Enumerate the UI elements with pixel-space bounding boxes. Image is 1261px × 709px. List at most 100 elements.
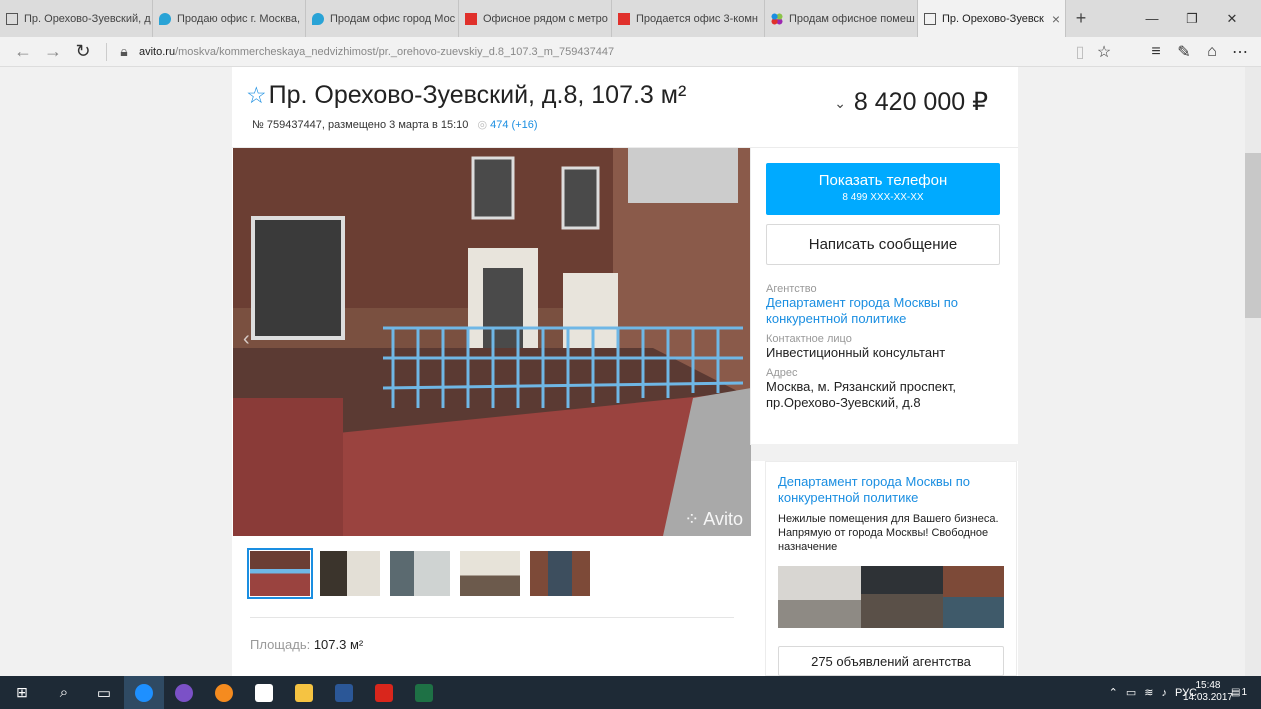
tab-label: Продам офисное помеш — [789, 12, 915, 25]
task-view-icon[interactable]: ▭ — [84, 676, 124, 709]
battery-icon[interactable]: ▭ — [1126, 686, 1136, 699]
browser-tab[interactable]: Продаю офис г. Москва, — [153, 0, 306, 37]
url-field[interactable]: avito.ru/moskva/kommercheskaya_nedvizhim… — [139, 46, 614, 58]
red-logo-icon — [618, 12, 630, 25]
close-tab-icon[interactable]: × — [1052, 11, 1060, 27]
volume-icon[interactable]: ♪ — [1161, 687, 1167, 699]
web-note-icon[interactable]: ✎ — [1170, 37, 1198, 67]
title-text: Пр. Орехово-Зуевский, д.8, 107.3 м² — [268, 81, 687, 109]
show-phone-label: Показать телефон — [818, 172, 948, 189]
watermark-text: Avito — [703, 509, 743, 529]
contact-name: Инвестиционный консультант — [766, 345, 946, 360]
chevron-down-icon: ⌄ — [834, 94, 846, 111]
area-label: Площадь: — [250, 637, 311, 652]
store-icon[interactable] — [244, 676, 284, 709]
show-phone-button[interactable]: Показать телефон 8 499 XXX-XX-XX — [766, 163, 1000, 215]
favorite-star-icon[interactable]: ☆ — [1090, 37, 1118, 67]
file-explorer-icon[interactable] — [284, 676, 324, 709]
seller-sidebar: Показать телефон 8 499 XXX-XX-XX Написат… — [766, 163, 1000, 411]
word-icon[interactable] — [324, 676, 364, 709]
thumbnail[interactable] — [390, 551, 450, 596]
avito-logo-icon: ⁘ — [684, 509, 700, 529]
main-photo[interactable]: ‹ ⁘ Avito — [233, 148, 751, 536]
back-icon[interactable]: ← — [8, 37, 38, 67]
agency-listings-button[interactable]: 275 объявлений агентства — [778, 646, 1004, 676]
thumbnail[interactable] — [530, 551, 590, 596]
contact-label: Контактное лицо — [766, 333, 852, 345]
restore-icon[interactable]: ❐ — [1172, 0, 1212, 37]
write-message-button[interactable]: Написать сообщение — [766, 224, 1000, 265]
price-value: 8 420 000 ₽ — [853, 88, 988, 116]
tab-label: Пр. Орехово-Зуевск — [942, 12, 1044, 25]
divider — [250, 617, 734, 618]
lock-icon: 🔒︎ — [120, 43, 128, 59]
forward-icon[interactable]: → — [38, 37, 68, 67]
avito-watermark: ⁘ Avito — [684, 509, 743, 530]
price[interactable]: ⌄ 8 420 000 ₽ — [834, 87, 988, 117]
edge-browser-icon[interactable] — [124, 676, 164, 709]
browser-tab[interactable]: Пр. Орехово-Зуевский, д — [0, 0, 153, 37]
excel-icon[interactable] — [404, 676, 444, 709]
listing-meta: № 759437447, размещено 3 марта в 15:10 ◎… — [252, 118, 538, 131]
minimize-icon[interactable]: — — [1132, 0, 1172, 37]
scrollbar-thumb[interactable] — [1245, 153, 1261, 318]
share-icon[interactable]: ⌂ — [1198, 37, 1226, 67]
thumbnail[interactable] — [247, 548, 313, 599]
promo-description: Нежилые помещения для Вашего бизнеса. На… — [778, 513, 999, 553]
promo-image[interactable] — [861, 566, 943, 628]
browser-tab[interactable]: Продам офис город Мос — [306, 0, 459, 37]
map-pin-icon — [312, 12, 324, 25]
url-host: avito.ru — [139, 45, 176, 58]
pdf-reader-icon[interactable] — [364, 676, 404, 709]
browser-tab[interactable]: Продам офисное помеш — [765, 0, 918, 37]
promo-title-link[interactable]: Департамент города Москвы по конкурентно… — [778, 474, 1004, 506]
address-value: Москва, м. Рязанский проспект, пр.Орехов… — [766, 379, 956, 410]
browser-tab-active[interactable]: Пр. Орехово-Зуевск × — [918, 0, 1066, 37]
views-count: 474 (+16) — [490, 119, 538, 131]
area-field: Площадь: 107.3 м² — [250, 637, 363, 652]
promo-image[interactable] — [943, 566, 1004, 628]
divider — [750, 148, 751, 445]
refresh-icon[interactable]: ↻ — [68, 37, 98, 67]
agency-label: Агентство — [766, 283, 817, 295]
map-pin-icon — [159, 12, 171, 25]
address-label: Адрес — [766, 367, 798, 379]
page-icon — [924, 12, 936, 25]
url-path: /moskva/kommercheskaya_nedvizhimost/pr._… — [175, 45, 615, 58]
close-window-icon[interactable]: ✕ — [1212, 0, 1252, 37]
browser-tab[interactable]: Офисное рядом с метро — [459, 0, 612, 37]
viber-icon[interactable] — [164, 676, 204, 709]
listing-title: ☆Пр. Орехово-Зуевский, д.8, 107.3 м² — [246, 81, 686, 110]
avito-dots-icon — [771, 12, 783, 25]
page-icon — [6, 12, 18, 25]
tab-label: Продаю офис г. Москва, — [177, 12, 301, 25]
tab-label: Продам офис город Мос — [330, 12, 456, 25]
promo-image[interactable] — [778, 566, 861, 628]
area-value: 107.3 м² — [313, 637, 364, 652]
prev-photo-icon[interactable]: ‹ — [243, 328, 250, 351]
promo-images — [778, 566, 1004, 628]
wifi-icon[interactable]: ≋ — [1144, 686, 1153, 699]
agency-link[interactable]: Департамент города Москвы по конкурентно… — [766, 295, 1000, 327]
building-photo — [233, 148, 751, 536]
sidebar-gap — [751, 444, 1018, 461]
notifications-icon[interactable]: ▤ 1 — [1224, 676, 1254, 709]
hub-icon[interactable]: ≡ — [1142, 37, 1170, 67]
favorite-star-icon[interactable]: ☆ — [246, 82, 267, 108]
listing-card: ☆Пр. Орехово-Зуевский, д.8, 107.3 м² № 7… — [232, 67, 1018, 676]
windows-taskbar: ⊞ ⌕ ▭ — [0, 676, 1261, 709]
more-icon[interactable]: ⋯ — [1226, 37, 1254, 67]
browser-tab[interactable]: Продается офис 3-комн — [612, 0, 765, 37]
notification-count: 1 — [1241, 687, 1247, 698]
windows-start-icon[interactable]: ⊞ — [0, 676, 44, 709]
thumbnail[interactable] — [320, 551, 380, 596]
agency-promo: Департамент города Москвы по конкурентно… — [765, 461, 1017, 676]
tab-label: Пр. Орехово-Зуевский, д — [24, 12, 151, 25]
red-logo-icon — [465, 12, 477, 25]
new-tab-icon[interactable]: + — [1066, 8, 1096, 29]
thumbnail[interactable] — [460, 551, 520, 596]
firefox-icon[interactable] — [204, 676, 244, 709]
show-hidden-icons-icon[interactable]: ⌃ — [1109, 686, 1118, 699]
tab-label: Офисное рядом с метро — [483, 12, 608, 25]
search-icon[interactable]: ⌕ — [44, 676, 84, 709]
